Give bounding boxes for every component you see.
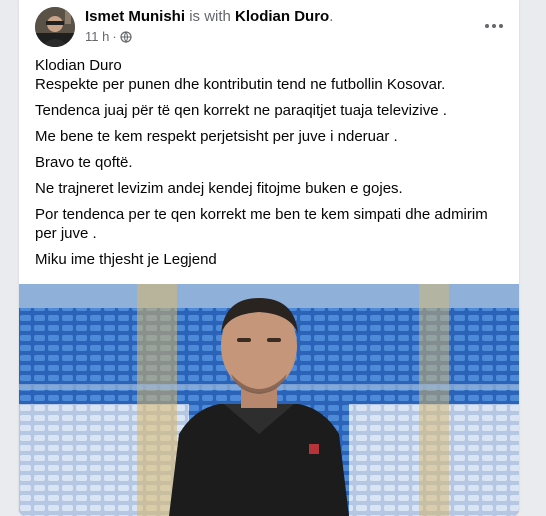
more-options-button[interactable] [479,12,509,40]
post-line: Me bene te kem respekt perjetsisht per j… [35,128,398,145]
post-line: Respekte per punen dhe kontributin tend … [35,76,446,93]
post-card: Ismet Munishi is with Klodian Duro. 11 h… [19,0,519,516]
author-name[interactable]: Ismet Munishi [85,8,185,25]
post-line: Miku ime thjesht je Legjend [35,251,217,268]
author-line: Ismet Munishi is with Klodian Duro. [85,8,333,25]
tagged-name[interactable]: Klodian Duro [235,8,329,25]
globe-icon[interactable] [120,30,132,43]
post-line: Bravo te qoftë. [35,154,133,171]
post-line: Tendenca juaj për të qen korrekt ne para… [35,102,447,119]
post-line: Ne trajneret levizim andej kendej fitojm… [35,180,403,197]
meta-separator: · [112,29,117,44]
post-text: Klodian Duro Respekte per punen dhe kont… [35,56,505,276]
with-text: is with [189,8,231,25]
post-photo[interactable] [19,284,519,516]
more-horizontal-icon [485,24,503,28]
post-meta: 11 h · [85,29,132,44]
tagged-period: . [329,8,334,25]
author-avatar[interactable] [35,7,75,47]
post-line: Por tendenca per te qen korrekt me ben t… [35,206,488,242]
post-line[interactable]: Klodian Duro [35,56,505,75]
post-header: Ismet Munishi is with Klodian Duro. 11 h… [19,0,519,50]
post-timestamp[interactable]: 11 h [85,29,109,44]
stadium-photo [19,284,519,516]
